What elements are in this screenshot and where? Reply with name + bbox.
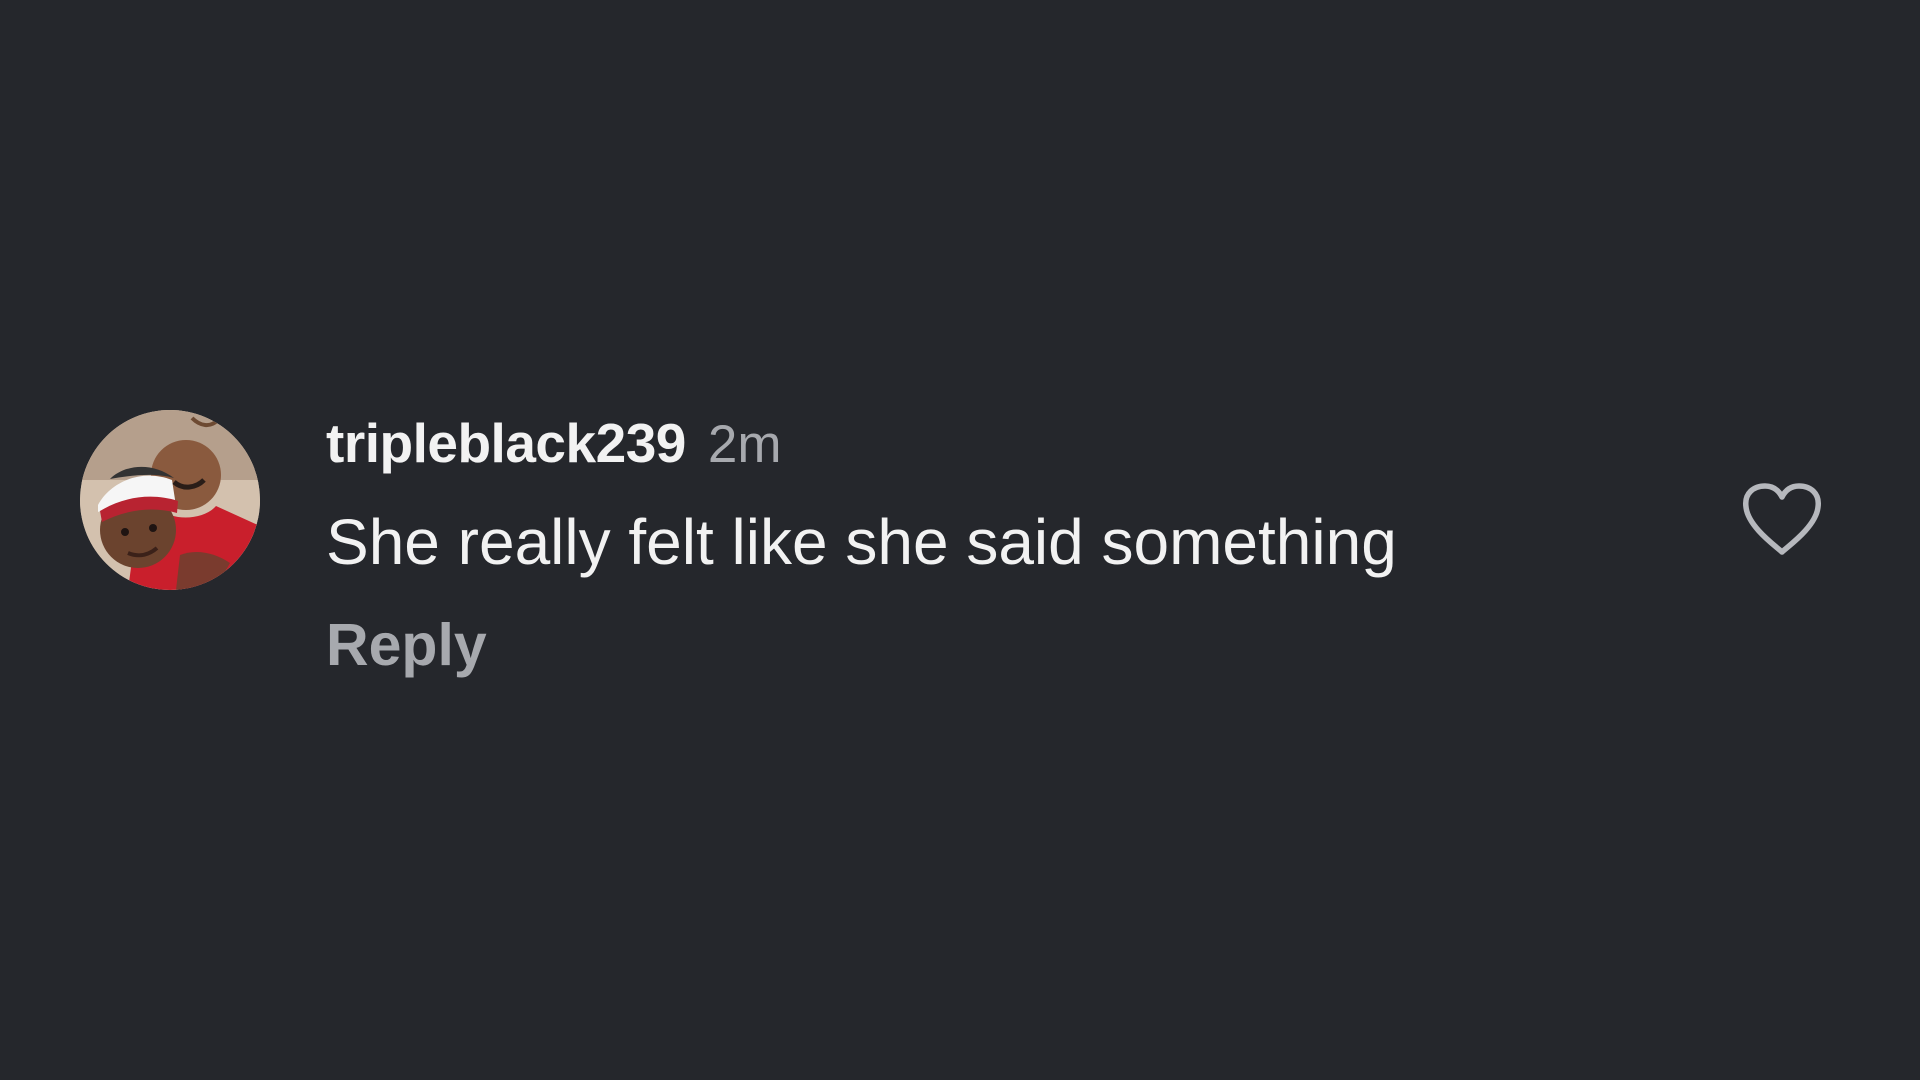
comment-text: She really felt like she said something	[326, 506, 1397, 578]
reply-button[interactable]: Reply	[326, 610, 487, 680]
like-button[interactable]	[1736, 474, 1828, 566]
comment-content: tripleblack239 2m She really felt like s…	[326, 408, 1676, 680]
username[interactable]: tripleblack239	[326, 408, 686, 478]
heart-outline-icon	[1743, 483, 1821, 555]
user-avatar[interactable]	[80, 410, 260, 590]
comment-item: tripleblack239 2m She really felt like s…	[80, 408, 1840, 678]
comment-meta: tripleblack239 2m	[326, 408, 1676, 478]
avatar-photo	[80, 410, 260, 590]
comment-screen: tripleblack239 2m She really felt like s…	[0, 0, 1920, 1080]
comment-timestamp: 2m	[707, 415, 782, 474]
